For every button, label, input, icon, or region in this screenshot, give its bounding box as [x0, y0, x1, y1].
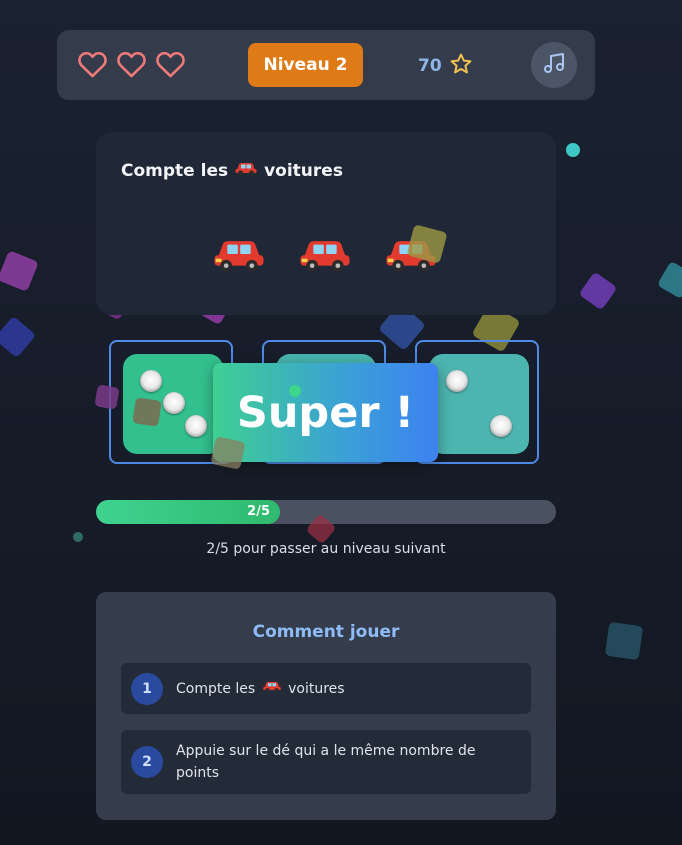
score: 70	[418, 52, 473, 80]
confetti-piece	[566, 143, 580, 157]
car-icon	[234, 160, 258, 181]
car-icon	[297, 234, 353, 274]
feedback-banner: Super !	[213, 363, 438, 462]
level-button[interactable]: Niveau 2	[248, 43, 363, 87]
die-pip	[185, 415, 207, 437]
question-title-prefix: Compte les	[121, 160, 229, 181]
how-to-play-card: Comment jouer 1 Compte les voitures 2 Ap…	[96, 592, 556, 820]
die-pip	[490, 415, 512, 437]
confetti-piece	[210, 436, 246, 470]
star-icon	[449, 52, 473, 80]
confetti-piece	[656, 260, 682, 300]
score-value: 70	[418, 56, 442, 76]
die	[429, 354, 529, 454]
step-text-suffix: voitures	[288, 680, 345, 697]
die-pip	[446, 370, 468, 392]
car-group	[211, 234, 439, 274]
confetti-piece	[289, 385, 301, 397]
progress-fill: 2/5	[96, 500, 280, 524]
die-pip	[140, 370, 162, 392]
music-note-icon	[542, 51, 566, 79]
heart-icon	[116, 50, 147, 78]
confetti-piece	[73, 532, 83, 542]
step-text-prefix: Compte les	[176, 680, 256, 697]
music-button[interactable]	[531, 42, 577, 88]
confetti-piece	[578, 271, 618, 311]
instruction-step: 2 Appuie sur le dé qui a le même nombre …	[121, 730, 531, 794]
confetti-piece	[94, 384, 120, 410]
instruction-step: 1 Compte les voitures	[121, 663, 531, 714]
die-pip	[163, 392, 185, 414]
heart-icon	[77, 50, 108, 78]
progress-caption: 2/5 pour passer au niveau suivant	[206, 541, 446, 557]
confetti-piece	[0, 315, 37, 359]
car-icon	[211, 234, 267, 274]
step-number: 2	[131, 746, 163, 778]
step-text: Appuie sur le dé qui a le même nombre de…	[176, 743, 476, 781]
lives	[77, 50, 186, 78]
car-icon	[262, 678, 282, 700]
heart-icon	[155, 50, 186, 78]
step-text: Compte les voitures	[176, 678, 345, 700]
confetti-piece	[604, 621, 644, 661]
step-number: 1	[131, 672, 163, 705]
question-title-suffix: voitures	[264, 160, 343, 181]
question-title: Compte les voitures	[121, 160, 343, 181]
progress-label: 2/5	[247, 504, 270, 519]
how-to-play-title: Comment jouer	[252, 622, 400, 642]
question-card: Compte les voitures	[96, 132, 556, 315]
top-bar: Niveau 2 70	[57, 30, 595, 100]
confetti-piece	[0, 250, 39, 292]
confetti-piece	[132, 397, 162, 427]
